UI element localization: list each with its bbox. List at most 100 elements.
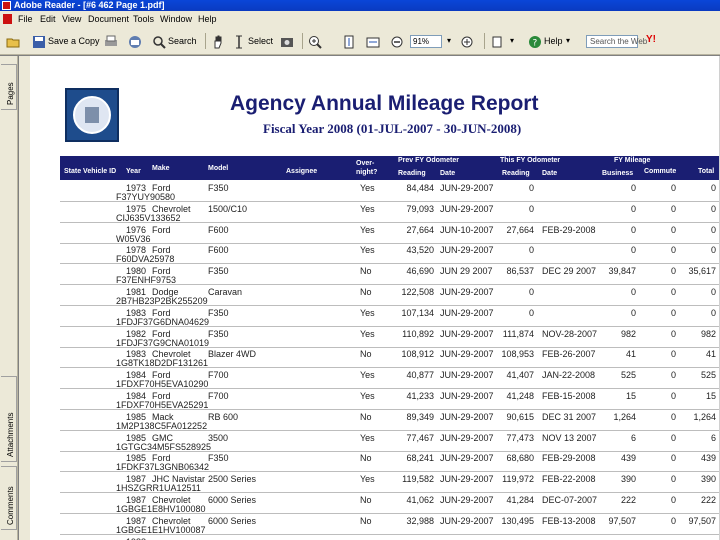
select-button[interactable]: Select — [232, 32, 273, 50]
email-button[interactable] — [128, 32, 144, 50]
cell-this-reading: 119,972 — [502, 474, 534, 485]
help-button[interactable]: ? Help — [528, 32, 563, 50]
cell-commute: 0 — [670, 307, 676, 318]
col-state-vehicle-id: State Vehicle ID — [64, 168, 117, 175]
cell-prev-date: JUN-29-2007 — [440, 411, 494, 422]
table-row: 1981 Dodge 2B7HB23P2BK255209 Caravan No 122,5… — [60, 286, 720, 306]
cell-model: F700 — [208, 370, 229, 381]
zoom-out-button[interactable] — [390, 32, 406, 50]
cell-overnight: Yes — [360, 224, 375, 235]
search-button[interactable]: Search — [152, 32, 197, 50]
cell-prev-reading: 27,664 — [406, 224, 434, 235]
cell-model: F350 — [208, 266, 229, 277]
cell-business: 982 — [620, 328, 636, 339]
cell-prev-date: JUN 29 2007 — [440, 266, 493, 277]
col-prev-reading: Reading — [398, 170, 426, 177]
pages-tab[interactable]: Pages — [1, 64, 17, 110]
menu-help[interactable]: Help — [198, 11, 217, 27]
cell-business: 222 — [620, 495, 636, 505]
cell-prev-date: JUN-29-2007 — [440, 370, 494, 381]
rotate-dropdown[interactable]: ▾ — [510, 32, 514, 50]
cell-prev-date: JUN-10-2007 — [440, 224, 494, 235]
cell-vin: 1FDXF70H5EVA10290 — [116, 379, 209, 390]
cell-total: 390 — [700, 474, 716, 485]
save-icon — [33, 35, 45, 48]
cell-prev-date: JUN-29-2007 — [440, 245, 494, 256]
cell-overnight: Yes — [360, 432, 375, 443]
svg-text:?: ? — [533, 38, 538, 48]
cell-this-reading: 111,874 — [502, 328, 534, 339]
rotate-button[interactable] — [490, 32, 506, 50]
cell-prev-date: JUN-29-2007 — [440, 391, 494, 401]
web-search-field[interactable]: Search the Web — [586, 35, 647, 48]
table-row: 1987 Chevrolet 1GBGE1E8HV100080 6000 Series… — [60, 494, 720, 514]
menu-document[interactable]: Document — [88, 11, 129, 27]
table-row: 1984 Ford 1FDXF70H5EVA25291 F700 Yes 41,233 JU… — [60, 390, 720, 410]
save-copy-button[interactable]: Save a Copy — [32, 32, 100, 50]
menu-view[interactable]: View — [62, 11, 81, 27]
cell-commute: 0 — [670, 474, 676, 485]
print-button[interactable] — [104, 32, 120, 50]
cell-prev-reading: 108,912 — [401, 349, 434, 360]
cell-overnight: Yes — [360, 307, 375, 318]
menu-tools[interactable]: Tools — [133, 11, 154, 27]
col-this-date: Date — [542, 170, 558, 177]
comments-tab[interactable]: Comments — [1, 466, 17, 530]
cell-business: 39,847 — [608, 266, 636, 277]
table-row: 1987 JHC Navistar 1HSZGRR1UA12511 2500 Seri… — [60, 473, 720, 494]
zoom-dropdown[interactable]: ▾ — [447, 32, 451, 50]
toolbar-separator — [484, 33, 485, 49]
cell-this-reading: 86,537 — [506, 266, 534, 277]
help-icon: ? — [529, 35, 541, 48]
seal-figure — [85, 107, 99, 123]
cell-vin: 2B7HB23P2BK255209 — [116, 296, 208, 306]
cell-total: 982 — [700, 328, 716, 339]
col-make: Make — [152, 165, 170, 172]
cell-prev-reading: 110,892 — [402, 328, 434, 339]
save-copy-label: Save a Copy — [48, 36, 100, 46]
attachments-tab[interactable]: Attachments — [1, 376, 17, 462]
cell-this-reading: 41,248 — [506, 391, 534, 401]
table-header: State Vehicle ID Year Make Model Assigne… — [60, 156, 720, 180]
cell-business: 6 — [630, 432, 636, 443]
table-row: 1988 — [60, 536, 720, 540]
cell-commute: 0 — [670, 245, 676, 256]
panel-splitter[interactable] — [19, 56, 30, 540]
cell-total: 6 — [710, 432, 716, 443]
cell-model: 6000 Series — [208, 515, 257, 526]
cell-commute: 0 — [670, 453, 676, 464]
yahoo-logo[interactable]: Y! — [646, 34, 656, 45]
document-icon[interactable] — [3, 14, 12, 24]
zoom-in-plus-button[interactable] — [460, 32, 476, 50]
cell-this-reading: 90,615 — [506, 411, 534, 422]
zoom-level-field[interactable]: 91% — [410, 35, 442, 48]
fit-width-button[interactable] — [366, 32, 382, 50]
cell-business: 1,264 — [613, 411, 636, 422]
cell-commute: 0 — [670, 432, 676, 443]
menu-file[interactable]: File — [18, 11, 33, 27]
hand-tool-button[interactable] — [211, 32, 227, 50]
toolbar-separator — [302, 33, 303, 49]
open-button[interactable] — [6, 32, 22, 50]
cell-commute: 0 — [670, 391, 676, 401]
cell-vin: 1HSZGRR1UA12511 — [116, 483, 201, 494]
menu-edit[interactable]: Edit — [40, 11, 56, 27]
cell-vin: 1GTGC34M5FS528925 — [116, 441, 212, 452]
cell-overnight: Yes — [360, 328, 375, 339]
adobe-reader-app-icon — [2, 1, 11, 10]
cell-overnight: No — [360, 495, 372, 505]
cell-this-date: FEB-29-2008 — [542, 224, 596, 235]
table-row: 1985 Ford 1FDKF37L3GNB06342 F350 No 68,241 JUN… — [60, 452, 720, 473]
help-dropdown[interactable]: ▾ — [566, 32, 570, 50]
cell-this-reading: 41,284 — [506, 495, 534, 505]
cell-business: 0 — [630, 203, 636, 214]
menu-window[interactable]: Window — [160, 11, 192, 27]
select-text-icon — [236, 35, 242, 49]
cell-this-reading: 0 — [528, 287, 534, 297]
snapshot-button[interactable] — [280, 32, 296, 50]
actual-size-button[interactable] — [342, 32, 358, 50]
zoom-in-button[interactable] — [308, 32, 324, 50]
cell-vin: W05V36 — [116, 233, 151, 244]
comments-tab-label: Comments — [6, 486, 15, 525]
cell-prev-date: JUN-29-2007 — [440, 203, 494, 214]
